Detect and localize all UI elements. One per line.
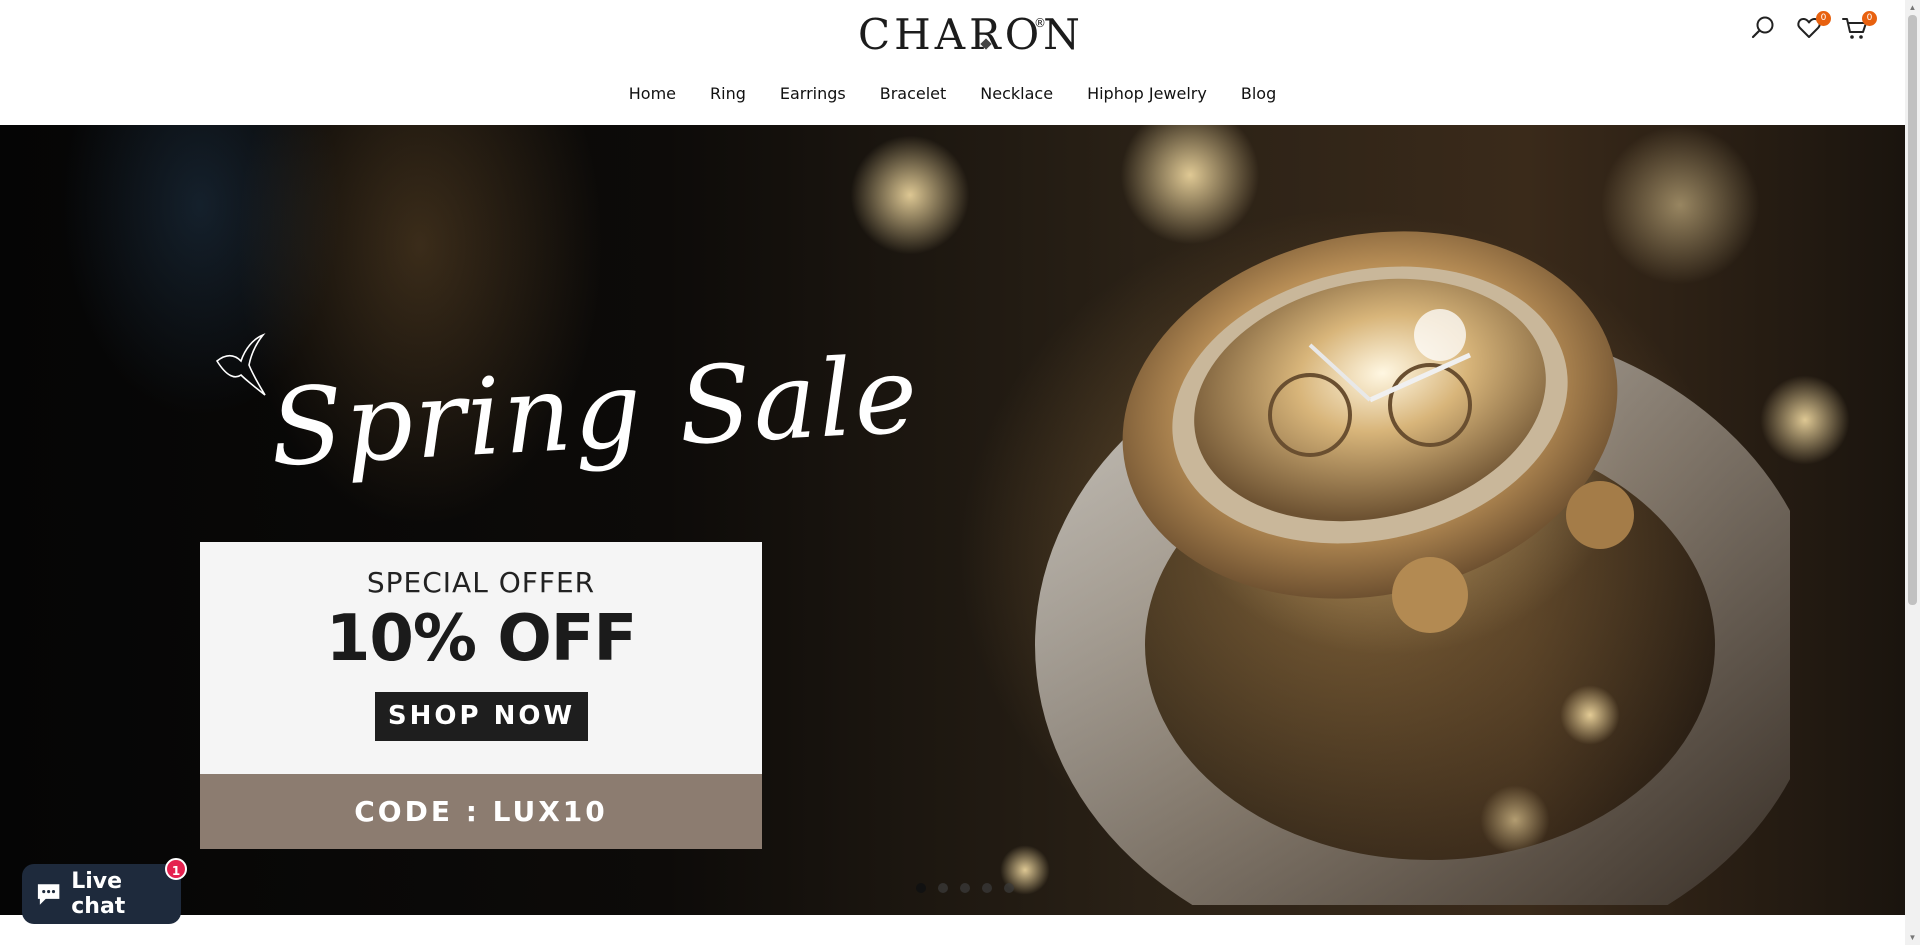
logo-text: CHARON bbox=[858, 10, 1084, 59]
live-chat-label: Live chat bbox=[71, 869, 126, 919]
cart-count-badge: 0 bbox=[1862, 11, 1877, 26]
slider-dots bbox=[916, 883, 1014, 893]
bokeh-light bbox=[850, 135, 970, 255]
hero-script-title: Spring Sale bbox=[267, 333, 923, 490]
page-scrollbar[interactable]: ▲ ▼ bbox=[1905, 0, 1920, 945]
slider-dot-4[interactable] bbox=[982, 883, 992, 893]
scroll-down-arrow-icon[interactable]: ▼ bbox=[1905, 930, 1920, 945]
bird-icon bbox=[215, 333, 266, 396]
search-icon-graphic bbox=[1751, 16, 1774, 39]
slider-dot-2[interactable] bbox=[938, 883, 948, 893]
slider-dot-3[interactable] bbox=[960, 883, 970, 893]
nav-item-blog[interactable]: Blog bbox=[1224, 80, 1293, 107]
promo-code-banner: CODE : LUX10 bbox=[200, 774, 762, 849]
offer-discount: 10% OFF bbox=[325, 602, 637, 676]
live-chat-button[interactable]: Live chat 1 bbox=[22, 858, 187, 924]
nav-item-hiphop-jewelry[interactable]: Hiphop Jewelry bbox=[1070, 80, 1224, 107]
nav-item-bracelet[interactable]: Bracelet bbox=[863, 80, 964, 107]
slider-dot-5[interactable] bbox=[1004, 883, 1014, 893]
nav-item-necklace[interactable]: Necklace bbox=[963, 80, 1070, 107]
hero-banner[interactable]: Spring Sale SPECIAL OFFER 10% OFF SHOP N… bbox=[0, 125, 1905, 915]
site-logo[interactable]: CHARON ® bbox=[858, 10, 1080, 60]
slider-dot-1[interactable] bbox=[916, 883, 926, 893]
offer-card: SPECIAL OFFER 10% OFF SHOP NOW bbox=[200, 542, 762, 774]
wishlist-count-badge: 0 bbox=[1816, 11, 1831, 26]
header-actions: 0 0 bbox=[1749, 11, 1877, 42]
site-header: CHARON ® 0 0 Home Ring Earrings Bracelet… bbox=[0, 0, 1905, 125]
diamond-watch-image bbox=[1035, 231, 1790, 905]
live-chat-badge: 1 bbox=[165, 858, 187, 880]
offer-kicker: SPECIAL OFFER bbox=[366, 566, 596, 599]
registered-mark: ® bbox=[1034, 16, 1046, 30]
chat-bubble-icon bbox=[37, 884, 60, 905]
cart-icon[interactable]: 0 bbox=[1841, 11, 1877, 42]
main-nav: Home Ring Earrings Bracelet Necklace Hip… bbox=[0, 80, 1905, 107]
wishlist-heart-icon[interactable]: 0 bbox=[1795, 11, 1831, 42]
scroll-up-arrow-icon[interactable]: ▲ bbox=[1905, 0, 1920, 15]
scrollbar-thumb[interactable] bbox=[1908, 15, 1917, 605]
shop-now-button[interactable]: SHOP NOW bbox=[375, 692, 588, 741]
search-icon[interactable] bbox=[1749, 14, 1777, 42]
nav-item-home[interactable]: Home bbox=[612, 80, 693, 107]
nav-item-earrings[interactable]: Earrings bbox=[763, 80, 863, 107]
nav-item-ring[interactable]: Ring bbox=[693, 80, 763, 107]
